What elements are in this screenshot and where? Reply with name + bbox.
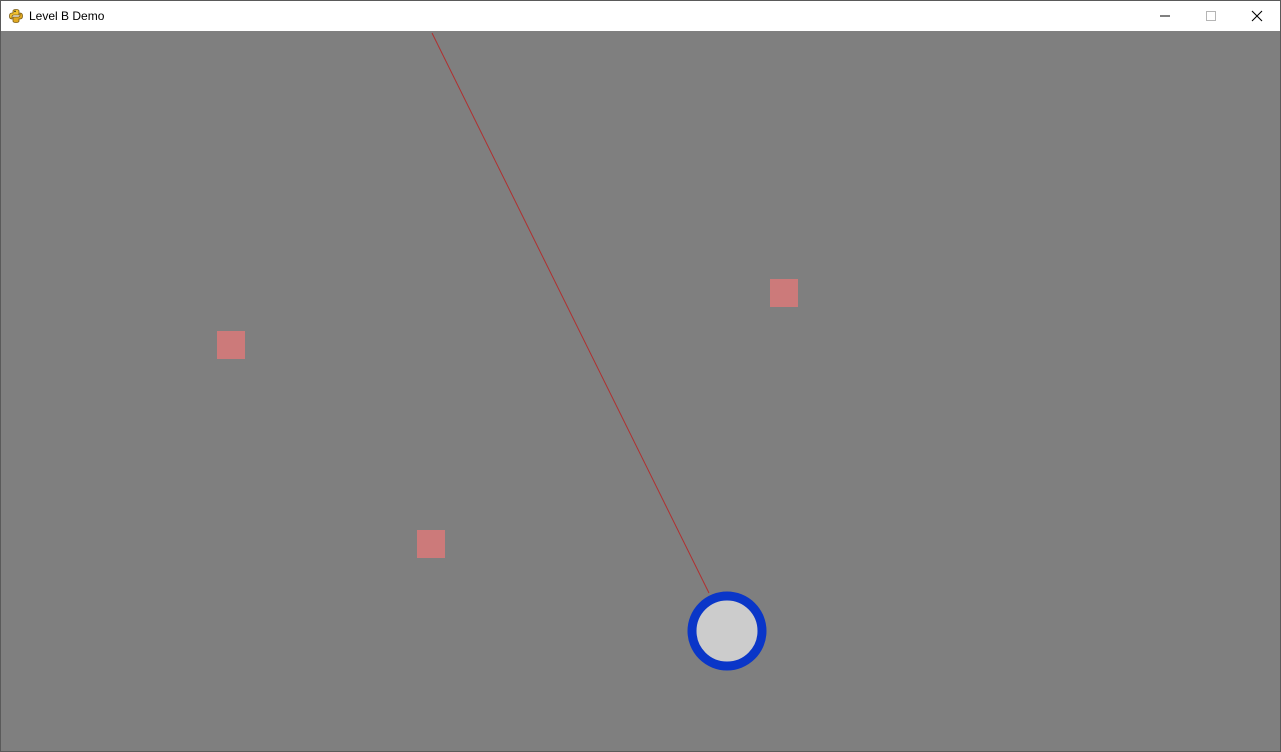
target-block	[417, 530, 445, 558]
title-bar[interactable]: Level B Demo	[1, 1, 1280, 31]
close-button[interactable]	[1234, 1, 1280, 31]
game-canvas[interactable]	[1, 31, 1280, 751]
app-window: Level B Demo	[0, 0, 1281, 752]
player-ball[interactable]	[687, 591, 767, 671]
window-title: Level B Demo	[29, 9, 105, 23]
target-block	[217, 331, 245, 359]
pygame-snake-icon	[9, 9, 23, 23]
aim-line	[431, 32, 710, 594]
maximize-button[interactable]	[1188, 1, 1234, 31]
minimize-icon	[1160, 15, 1170, 17]
minimize-button[interactable]	[1142, 1, 1188, 31]
target-block	[770, 279, 798, 307]
close-icon	[1251, 10, 1263, 22]
maximize-icon	[1206, 11, 1216, 21]
game-scene	[217, 32, 798, 671]
